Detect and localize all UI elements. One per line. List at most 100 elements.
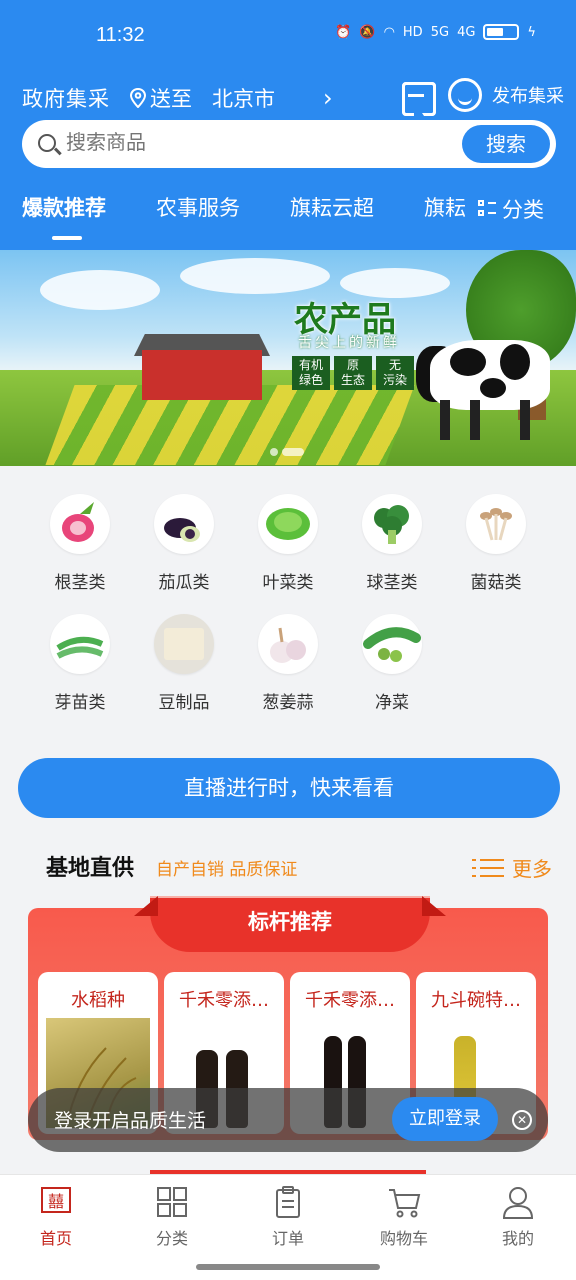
location-prefix: 送至 [150,87,192,111]
user-icon [501,1185,535,1219]
category-item[interactable]: 芽苗类 [28,614,132,713]
battery-icon [483,24,520,40]
charging-icon: ϟ [527,24,536,40]
tab-farm-service[interactable]: 农事服务 [156,192,240,222]
category-label: 茄瓜类 [158,573,210,593]
category-label: 球茎类 [366,573,418,593]
toast-text: 登录开启品质生活 [54,1110,207,1132]
alarm-icon: ⏰ [335,24,352,40]
cow-leg [470,400,480,440]
category-item[interactable]: 净菜 [340,614,444,713]
carousel-dot [270,448,278,456]
tabbar-label: 分类 [155,1229,188,1248]
featured-ribbon: 标杆推荐 [150,896,430,952]
location-selector[interactable]: 送至 [130,83,192,113]
promo-banner[interactable]: 农产品 舌尖上的新鲜 有机 绿色 原生态 无污染 [0,250,576,466]
home-indicator[interactable] [196,1264,380,1270]
publish-procurement-link[interactable]: 发布集采 [492,82,564,108]
tabbar-label: 订单 [271,1229,304,1248]
clock: 11:32 [96,24,145,46]
cloud-shape [180,258,330,294]
category-label: 葱姜蒜 [262,693,314,713]
category-item[interactable]: 叶菜类 [236,494,340,593]
green-peas-icon [362,614,422,674]
app-title: 政府集采 [22,87,110,111]
category-label: 菌菇类 [470,573,522,593]
tab-qiyun[interactable]: 旗耘 [424,192,466,222]
banner-tag: 无污染 [376,356,414,390]
category-item[interactable]: 葱姜蒜 [236,614,340,713]
carousel-dot-active [282,448,304,456]
tabbar-label: 购物车 [379,1229,428,1248]
list-icon [472,857,504,879]
tabbar-orders[interactable]: 订单 [248,1185,328,1249]
tabbar-category[interactable]: 分类 [132,1185,212,1249]
product-name: 千禾零添… [305,990,395,1011]
top-nav: 政府集采 送至 北京市 › 发布集采 [22,78,564,118]
banner-subtitle: 舌尖上的新鲜 [298,335,400,351]
more-label: 更多 [512,857,552,881]
category-item[interactable]: 球茎类 [340,494,444,593]
cloud-shape [40,270,160,310]
cow-leg [520,400,530,440]
category-item[interactable]: 根茎类 [28,494,132,593]
category-button-label: 分类 [502,198,544,222]
chat-icon[interactable] [448,78,482,112]
product-name: 九斗碗特… [431,990,521,1011]
red-farmhouse [142,350,262,400]
category-item[interactable]: 豆制品 [132,614,236,713]
product-name: 千禾零添… [179,990,269,1011]
login-toast: 登录开启品质生活 立即登录 ✕ [28,1088,548,1152]
search-button[interactable]: 搜索 [462,125,550,163]
section-title: 基地直供 [46,856,135,881]
cow-leg [440,400,450,440]
status-icons: ⏰ 🔕 ◠ HD 5G 4G ϟ [335,24,536,40]
category-label: 叶菜类 [262,573,314,593]
category-label: 根茎类 [54,573,106,593]
signal-4g-icon: 4G [457,24,476,40]
search-icon [38,134,56,152]
tabbar-home[interactable]: 囍 首页 [16,1185,96,1249]
search-bar[interactable]: 搜索 [22,120,556,168]
tabbar-profile[interactable]: 我的 [478,1185,558,1249]
banner-tag: 有机 绿色 [292,356,330,390]
login-button[interactable]: 立即登录 [392,1097,498,1141]
carousel-dots [270,448,304,456]
radish-icon [50,494,110,554]
more-link[interactable]: 更多 [472,853,552,882]
home-logo-icon: 囍 [39,1185,73,1219]
mute-icon: 🔕 [359,24,376,40]
eggplant-icon [154,494,214,554]
scan-icon[interactable] [402,82,430,110]
peas-icon [50,614,110,674]
category-item[interactable]: 茄瓜类 [132,494,236,593]
clipboard-icon [271,1185,305,1219]
category-label: 净菜 [375,693,409,713]
category-item[interactable]: 菌菇类 [444,494,548,593]
category-label: 芽苗类 [54,693,106,713]
wifi-icon: ◠ [383,24,395,40]
chevron-right-icon[interactable]: › [323,84,333,112]
lettuce-icon [258,494,318,554]
category-label: 豆制品 [158,693,210,713]
cart-icon [387,1185,421,1219]
close-icon[interactable]: ✕ [512,1110,532,1130]
city-name[interactable]: 北京市 [212,83,275,113]
category-button[interactable]: 分类 [470,194,544,224]
search-input[interactable] [66,130,446,154]
section-subtitle: 自产自销 品质保证 [156,860,298,880]
tabbar-cart[interactable]: 购物车 [364,1185,444,1249]
banner-tags: 有机 绿色 原生态 无污染 [292,356,414,390]
signal-5g-icon: 5G [430,24,450,40]
status-bar: 11:32 ⏰ 🔕 ◠ HD 5G 4G ϟ [0,22,576,52]
tab-hot[interactable]: 爆款推荐 [22,192,106,222]
tab-cloud-market[interactable]: 旗耘云超 [290,192,374,222]
banner-tag: 原生态 [334,356,372,390]
product-name: 水稻种 [71,990,125,1011]
active-tab-indicator [52,236,82,240]
tabbar-label: 首页 [39,1229,72,1248]
live-stream-button[interactable]: 直播进行时，快来看看 [18,758,560,818]
app-header: 11:32 ⏰ 🔕 ◠ HD 5G 4G ϟ 政府集采 送至 北京市 › 发布集… [0,0,576,250]
tabbar-label: 我的 [501,1229,534,1248]
broccoli-icon [362,494,422,554]
